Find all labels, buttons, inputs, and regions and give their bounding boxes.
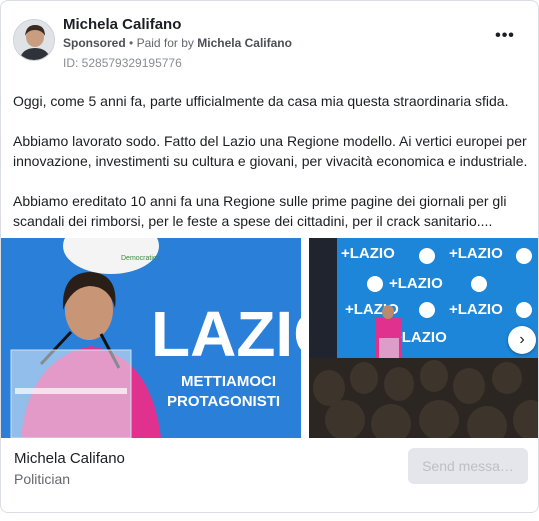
avatar-portrait bbox=[14, 20, 54, 60]
backdrop-word-3: +LAZIO bbox=[389, 275, 443, 292]
speaker-photo: Democratico LAZIO METTIAMOCI PROTAGONIST… bbox=[1, 238, 301, 438]
backdrop-word-1: +LAZIO bbox=[341, 245, 395, 262]
sponsored-label: Sponsored bbox=[63, 36, 126, 50]
banner-line-1: METTIAMOCI bbox=[181, 373, 276, 390]
carousel-slide-2[interactable]: +LAZIO +LAZIO +LAZIO +LAZIO +LAZIO +LAZI… bbox=[309, 238, 538, 438]
author-avatar[interactable] bbox=[13, 19, 55, 61]
banner-line-2: PROTAGONISTI bbox=[167, 393, 280, 410]
backdrop-word-5: +LAZIO bbox=[449, 301, 503, 318]
post-header: Michela Califano Sponsored • Paid for by… bbox=[13, 13, 526, 73]
chevron-right-icon: › bbox=[519, 331, 525, 348]
paid-for-name[interactable]: Michela Califano bbox=[197, 36, 292, 50]
sponsored-line: Sponsored • Paid for by Michela Califano bbox=[63, 36, 292, 50]
footer-page-name[interactable]: Michela Califano bbox=[14, 450, 125, 467]
ad-footer: Michela Califano Politician Send messa… bbox=[1, 438, 538, 512]
media-carousel: Democratico LAZIO METTIAMOCI PROTAGONIST… bbox=[1, 238, 538, 438]
more-options-button[interactable]: ••• bbox=[492, 28, 518, 45]
paid-for-prefix: Paid for by bbox=[136, 36, 194, 50]
banner-lazio: LAZIO bbox=[151, 298, 301, 370]
author-name[interactable]: Michela Califano bbox=[63, 16, 181, 33]
post-body: Oggi, come 5 anni fa, parte ufficialment… bbox=[13, 91, 528, 251]
footer-page-category: Politician bbox=[14, 471, 71, 487]
backdrop-word-6: +LAZIO bbox=[393, 329, 447, 346]
paragraph-2: Abbiamo lavorato sodo. Fatto del Lazio u… bbox=[13, 133, 528, 169]
separator-dot: • bbox=[129, 36, 134, 50]
paragraph-1: Oggi, come 5 anni fa, parte ufficialment… bbox=[13, 93, 509, 109]
backdrop-word-2: +LAZIO bbox=[449, 245, 503, 262]
send-message-button[interactable]: Send messa… bbox=[408, 448, 528, 484]
carousel-next-button[interactable]: › bbox=[508, 326, 536, 354]
party-logo-text: Democratico bbox=[121, 255, 160, 262]
ad-card: Michela Califano Sponsored • Paid for by… bbox=[0, 0, 539, 513]
ad-id: ID: 528579329195776 bbox=[63, 56, 182, 70]
event-photo: +LAZIO +LAZIO +LAZIO +LAZIO +LAZIO +LAZI… bbox=[309, 238, 538, 438]
paragraph-3: Abbiamo ereditato 10 anni fa una Regione… bbox=[13, 193, 507, 229]
carousel-slide-1[interactable]: Democratico LAZIO METTIAMOCI PROTAGONIST… bbox=[1, 238, 301, 438]
